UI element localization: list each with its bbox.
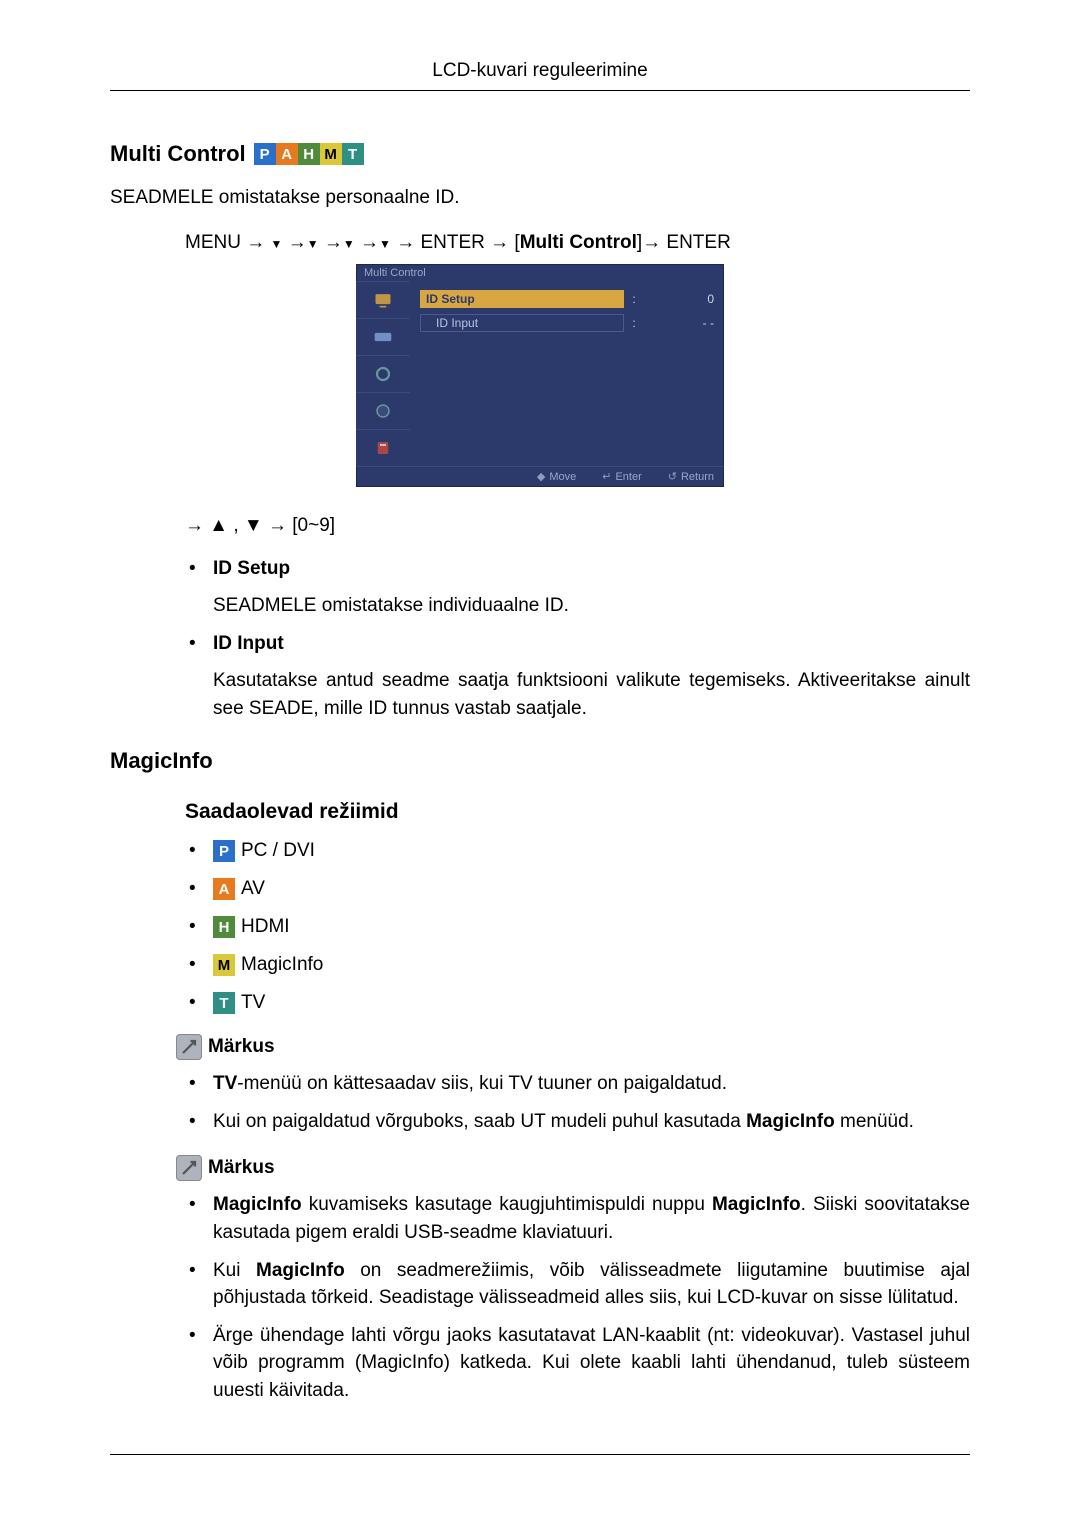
osd-side-picture-icon: [356, 281, 410, 318]
note1-mi-bold: MagicInfo: [746, 1111, 835, 1132]
mode-magicinfo-label: MagicInfo: [241, 954, 323, 976]
list-item: P PC / DVI: [185, 840, 970, 862]
badge-h-icon: H: [298, 143, 320, 165]
path-label: Multi Control: [520, 232, 637, 253]
osd-screenshot: Multi Control: [356, 264, 724, 487]
list-item: T TV: [185, 992, 970, 1014]
section-multi-control-title: Multi Control P A H M T: [110, 141, 970, 167]
menu-navigation-path: MENU → → → → → ENTER → [Multi Control]→ …: [185, 232, 970, 254]
footer-rule: [110, 1454, 970, 1455]
badge-p-icon: P: [213, 840, 235, 862]
osd-id-input-value: - -: [644, 316, 714, 330]
note1-mi-pre: Kui on paigaldatud võrguboks, saab UT mu…: [213, 1111, 746, 1132]
note-label-1: Märkus: [208, 1036, 275, 1058]
down-arrow-icon: [379, 232, 391, 253]
badge-t-icon: T: [213, 992, 235, 1014]
page-header: LCD-kuvari reguleerimine: [110, 60, 970, 91]
note-label-2: Märkus: [208, 1157, 275, 1179]
list-item: ID Input Kasutatakse antud seadme saatja…: [185, 630, 970, 723]
note1-mi-post: menüüd.: [835, 1111, 914, 1132]
section-magicinfo-title: MagicInfo: [110, 748, 970, 774]
path-enter1: → ENTER → [: [396, 232, 520, 253]
note2-1-pre: Kui: [213, 1260, 256, 1281]
path-enter2: ]→ ENTER: [637, 232, 731, 253]
mode-badges: P A H M T: [254, 143, 364, 165]
down-arrow-icon: [271, 232, 283, 253]
badge-h-icon: H: [213, 916, 235, 938]
osd-id-setup-value: 0: [644, 292, 714, 306]
mode-list: P PC / DVI A AV H HDMI M MagicInfo T TV: [185, 840, 970, 1014]
osd-colon: :: [630, 292, 638, 306]
note2-1-bold: MagicInfo: [256, 1260, 345, 1281]
osd-row-id-setup: ID Setup : 0: [420, 287, 714, 311]
mode-av-label: AV: [241, 878, 265, 900]
badge-p-icon: P: [254, 143, 276, 165]
list-item: ID Setup SEADMELE omistatakse individuaa…: [185, 555, 970, 620]
id-input-title: ID Input: [213, 633, 284, 654]
list-item: TV-menüü on kättesaadav siis, kui TV tuu…: [185, 1070, 970, 1098]
osd-side-doc-icon: [356, 429, 410, 466]
osd-side-circle1-icon: [356, 355, 410, 392]
osd-footer: Move Enter Return: [356, 466, 724, 487]
list-item: H HDMI: [185, 916, 970, 938]
osd-row-id-input: ID Input : - -: [420, 311, 714, 335]
badge-a-icon: A: [276, 143, 298, 165]
note1-tv-rest: -menüü on kättesaadav siis, kui TV tuune…: [237, 1073, 727, 1094]
osd-main: ID Setup : 0 ID Input : - -: [410, 281, 724, 466]
mode-pc-dvi-label: PC / DVI: [241, 840, 315, 862]
list-item: A AV: [185, 878, 970, 900]
osd-footer-enter: Enter: [602, 470, 642, 483]
osd-side-circle2-icon: [356, 392, 410, 429]
id-setup-desc: SEADMELE omistatakse individuaalne ID.: [213, 592, 970, 620]
badge-m-icon: M: [320, 143, 342, 165]
list-item: M MagicInfo: [185, 954, 970, 976]
nav-range: → ▲ , ▼ → [0~9]: [185, 515, 970, 537]
id-setup-title: ID Setup: [213, 558, 290, 579]
available-modes-title: Saadaolevad režiimid: [185, 800, 970, 824]
mode-hdmi-label: HDMI: [241, 916, 290, 938]
notes-list-1: TV-menüü on kättesaadav siis, kui TV tuu…: [185, 1070, 970, 1135]
multi-control-items: ID Setup SEADMELE omistatakse individuaa…: [185, 555, 970, 723]
arrow-icon: →: [360, 232, 379, 254]
osd-colon: :: [630, 316, 638, 330]
note-heading-1: Märkus: [176, 1034, 970, 1060]
note-icon: [176, 1034, 202, 1060]
magicinfo-title-text: MagicInfo: [110, 748, 213, 774]
osd-footer-move: Move: [537, 470, 576, 483]
note1-tv-bold: TV: [213, 1073, 237, 1094]
notes-list-2: MagicInfo kuvamiseks kasutage kaugjuhtim…: [185, 1191, 970, 1404]
note2-0-mid: kuvamiseks kasutage kaugjuhtimispuldi nu…: [302, 1194, 712, 1215]
osd-id-setup-label: ID Setup: [420, 290, 624, 308]
badge-t-icon: T: [342, 143, 364, 165]
list-item: Ärge ühendage lahti võrgu jaoks kasutata…: [185, 1322, 970, 1405]
multi-control-intro: SEADMELE omistatakse personaalne ID.: [110, 185, 970, 212]
osd-id-input-label: ID Input: [420, 314, 624, 332]
note-icon: [176, 1155, 202, 1181]
down-arrow-icon: [307, 232, 319, 253]
path-prefix: MENU →: [185, 232, 265, 253]
list-item: MagicInfo kuvamiseks kasutage kaugjuhtim…: [185, 1191, 970, 1246]
down-arrow-icon: [343, 232, 355, 253]
note2-0-b2: MagicInfo: [712, 1194, 801, 1215]
id-input-desc: Kasutatakse antud seadme saatja funktsio…: [213, 667, 970, 722]
note-heading-2: Märkus: [176, 1155, 970, 1181]
note2-2-plain: Ärge ühendage lahti võrgu jaoks kasutata…: [213, 1325, 970, 1401]
badge-a-icon: A: [213, 878, 235, 900]
osd-sidebar: [356, 281, 410, 466]
osd-footer-return: Return: [668, 470, 714, 483]
list-item: Kui on paigaldatud võrguboks, saab UT mu…: [185, 1108, 970, 1136]
arrow-icon: →: [288, 232, 307, 254]
list-item: Kui MagicInfo on seadmerežiimis, võib vä…: [185, 1257, 970, 1312]
arrow-icon: →: [324, 232, 343, 254]
note2-0-b1: MagicInfo: [213, 1194, 302, 1215]
mode-tv-label: TV: [241, 992, 265, 1014]
section-title-text: Multi Control: [110, 141, 246, 167]
badge-m-icon: M: [213, 954, 235, 976]
osd-side-input-icon: [356, 318, 410, 355]
osd-title: Multi Control: [356, 264, 724, 281]
